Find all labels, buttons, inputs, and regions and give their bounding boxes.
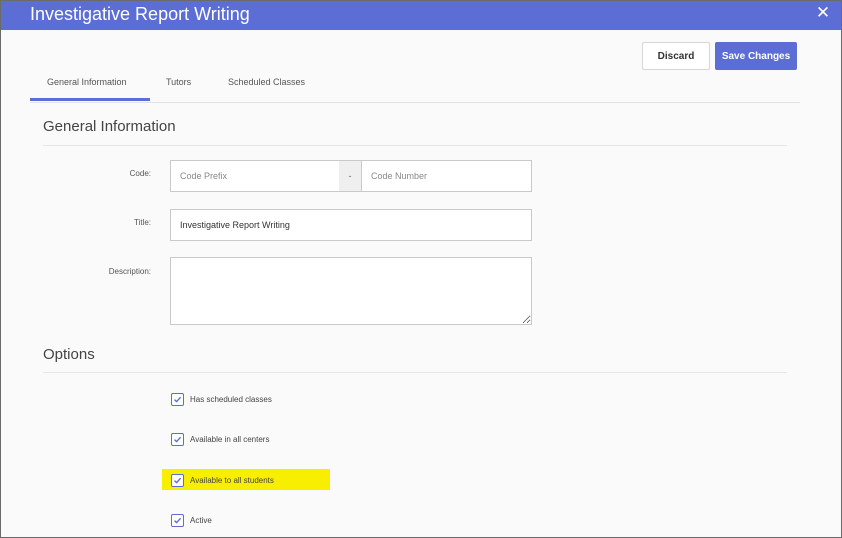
tab-general-information[interactable]: General Information [47, 77, 127, 87]
check-icon [174, 517, 182, 524]
check-icon [174, 436, 182, 443]
checkbox-label: Available in all centers [190, 435, 270, 444]
description-textarea[interactable] [170, 257, 532, 325]
section-divider [43, 372, 787, 373]
checkbox[interactable] [171, 433, 184, 446]
code-prefix-input[interactable] [170, 160, 340, 192]
code-separator: - [339, 160, 361, 192]
title-label: Title: [133, 218, 151, 227]
code-number-input[interactable] [361, 160, 532, 192]
section-title-general: General Information [43, 118, 176, 135]
section-divider [43, 145, 787, 146]
checkbox-label: Available to all students [190, 476, 274, 485]
section-title-options: Options [43, 346, 95, 363]
title-input[interactable] [170, 209, 532, 241]
modal-window: Investigative Report Writing ✕ Discard S… [0, 0, 842, 538]
tab-bar: General Information Tutors Scheduled Cla… [30, 71, 800, 103]
modal-title: Investigative Report Writing [30, 4, 250, 24]
checkbox[interactable] [171, 514, 184, 527]
close-icon[interactable]: ✕ [813, 2, 833, 24]
discard-button[interactable]: Discard [642, 42, 710, 70]
check-icon [174, 396, 182, 403]
tab-tutors[interactable]: Tutors [166, 77, 191, 87]
code-label: Code: [129, 169, 151, 178]
active-tab-indicator [30, 98, 150, 101]
description-label: Description: [108, 267, 151, 276]
checkbox[interactable] [171, 393, 184, 406]
tab-scheduled-classes[interactable]: Scheduled Classes [228, 77, 305, 87]
save-changes-button[interactable]: Save Changes [715, 42, 797, 70]
checkbox-label: Has scheduled classes [190, 395, 272, 404]
modal-titlebar: Investigative Report Writing ✕ [1, 1, 841, 30]
check-icon [174, 477, 182, 484]
checkbox-label: Active [190, 516, 212, 525]
checkbox[interactable] [171, 474, 184, 487]
